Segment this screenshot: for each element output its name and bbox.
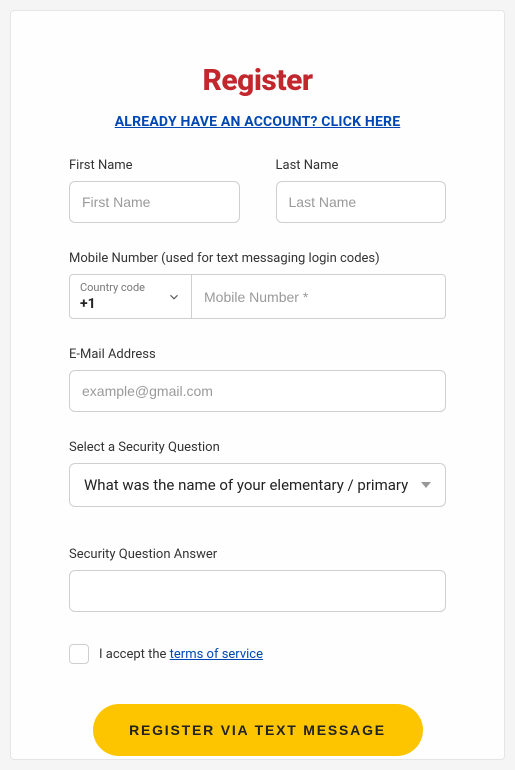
security-question-select[interactable]: What was the name of your elementary / p… <box>69 463 446 507</box>
mobile-row: Country code +1 <box>69 274 446 319</box>
email-label: E-Mail Address <box>69 347 446 362</box>
caret-down-icon <box>421 480 431 490</box>
country-code-label: Country code <box>80 281 181 294</box>
security-question-label: Select a Security Question <box>69 440 446 455</box>
last-name-field: Last Name <box>276 158 447 223</box>
terms-checkbox[interactable] <box>69 644 89 664</box>
terms-of-service-link[interactable]: terms of service <box>170 647 263 662</box>
last-name-label: Last Name <box>276 158 447 173</box>
first-name-field: First Name <box>69 158 240 223</box>
register-card: Register ALREADY HAVE AN ACCOUNT? CLICK … <box>10 10 505 760</box>
first-name-label: First Name <box>69 158 240 173</box>
security-answer-label: Security Question Answer <box>69 547 446 562</box>
country-code-select[interactable]: Country code +1 <box>69 274 192 319</box>
mobile-label: Mobile Number (used for text messaging l… <box>69 251 446 266</box>
mobile-number-input[interactable] <box>192 274 446 319</box>
mobile-field: Mobile Number (used for text messaging l… <box>69 251 446 319</box>
page-title: Register <box>69 63 446 98</box>
terms-prefix: I accept the <box>99 647 170 662</box>
email-field: E-Mail Address <box>69 347 446 412</box>
email-input[interactable] <box>69 370 446 412</box>
chevron-down-icon <box>167 290 181 304</box>
login-link[interactable]: ALREADY HAVE AN ACCOUNT? CLICK HERE <box>69 114 446 130</box>
security-question-selected: What was the name of your elementary / p… <box>84 476 411 494</box>
terms-text: I accept the terms of service <box>99 647 263 662</box>
first-name-input[interactable] <box>69 181 240 223</box>
last-name-input[interactable] <box>276 181 447 223</box>
security-answer-field: Security Question Answer <box>69 547 446 612</box>
country-code-value: +1 <box>80 296 181 312</box>
name-row: First Name Last Name <box>69 158 446 223</box>
security-question-field: Select a Security Question What was the … <box>69 440 446 507</box>
register-button[interactable]: REGISTER VIA TEXT MESSAGE <box>93 704 423 756</box>
security-answer-input[interactable] <box>69 570 446 612</box>
terms-row: I accept the terms of service <box>69 644 446 664</box>
